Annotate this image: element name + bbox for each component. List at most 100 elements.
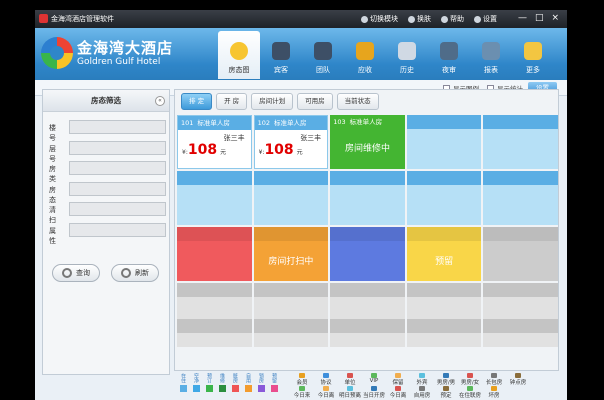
- status-room-cell[interactable]: 预留: [406, 227, 482, 281]
- nav-bulb[interactable]: 房态图: [218, 31, 260, 79]
- tool-top-item[interactable]: 钟点房: [506, 373, 530, 386]
- tab-1[interactable]: 开 房: [216, 93, 248, 110]
- status-room-cell[interactable]: [330, 227, 405, 281]
- status-room-cell[interactable]: 房间打扫中: [253, 227, 329, 281]
- tool-bottom-item[interactable]: 坏房: [482, 386, 506, 399]
- main-nav: 房态图 宾客 团队 应收 历史 夜审 报表 更多: [218, 31, 554, 79]
- nav-label: 更多: [526, 66, 540, 74]
- tool-bottom-item[interactable]: 自用房: [410, 386, 434, 399]
- help-button[interactable]: 帮助: [441, 14, 464, 24]
- tool-label: 今日离: [389, 393, 407, 399]
- skin-button[interactable]: 换肤: [408, 14, 431, 24]
- tool-bottom-item[interactable]: 明日预离: [338, 386, 362, 399]
- room-row: 房间打扫中 预留: [177, 227, 558, 281]
- switch-module-button[interactable]: 切换模块: [361, 14, 398, 24]
- tool-label: 外宾: [416, 380, 428, 386]
- legend-item: 锁房: [256, 373, 266, 400]
- tool-bottom-item[interactable]: 在住联房: [458, 386, 482, 399]
- empty-room-cell[interactable]: [177, 283, 252, 347]
- room-card-maintenance[interactable]: 103 标准单人房 房间维修中: [330, 115, 405, 169]
- tool-bottom-item[interactable]: 今日来: [290, 386, 314, 399]
- group-icon: [314, 42, 332, 60]
- tool-label: 今日来: [293, 393, 311, 399]
- filter-input[interactable]: [69, 202, 166, 216]
- tool-top-item[interactable]: 协议: [314, 373, 338, 386]
- reserved-status-text: 预留: [435, 256, 454, 267]
- gear-icon: [474, 15, 481, 23]
- empty-room-cell[interactable]: [406, 283, 482, 347]
- minimize-button[interactable]: —: [518, 13, 527, 23]
- nav-report[interactable]: 报表: [470, 31, 512, 79]
- refresh-button[interactable]: 刷新: [111, 264, 159, 282]
- search-icon: [62, 268, 72, 278]
- tab-0[interactable]: 排 定: [181, 93, 213, 110]
- status-room-cell[interactable]: [483, 227, 558, 281]
- nav-monitor[interactable]: 夜审: [428, 31, 470, 79]
- close-button[interactable]: ×: [551, 13, 559, 23]
- tool-top-item[interactable]: 会员: [290, 373, 314, 386]
- empty-room-cell[interactable]: [483, 115, 558, 169]
- cell-stripe: [177, 171, 252, 185]
- nav-label: 历史: [400, 66, 414, 74]
- legend-item: 空净: [191, 373, 201, 400]
- tool-bottom-item[interactable]: 当日开房: [362, 386, 386, 399]
- empty-room-cell[interactable]: [330, 171, 405, 225]
- tool-bottom-item[interactable]: 今日离: [386, 386, 410, 399]
- nav-grid[interactable]: 更多: [512, 31, 554, 79]
- settings-button[interactable]: 设置: [474, 14, 497, 24]
- tab-3[interactable]: 可用房: [297, 93, 333, 110]
- cell-stripe: [406, 171, 482, 185]
- room-type: 标准单人房: [349, 118, 383, 126]
- empty-room-cell[interactable]: [406, 171, 482, 225]
- tool-bottom-item[interactable]: 预定: [434, 386, 458, 399]
- legend-item: 自用: [243, 373, 253, 400]
- cell-stripe: [483, 115, 558, 129]
- tool-top-item[interactable]: 男房/男: [434, 373, 458, 386]
- logo-mark: [41, 37, 73, 69]
- room-card[interactable]: 102 标准单人房 张三丰 ¥:108 元: [253, 115, 329, 169]
- empty-room-cell[interactable]: [483, 171, 558, 225]
- legend-item: 预订: [204, 373, 214, 400]
- filter-input[interactable]: [69, 140, 166, 155]
- app-icon: [39, 14, 48, 23]
- empty-room-cell[interactable]: [483, 283, 558, 347]
- tool-bottom-item[interactable]: 今日离: [314, 386, 338, 399]
- tool-label: 明日预离: [338, 393, 361, 399]
- empty-room-cell[interactable]: [253, 283, 329, 347]
- legend-label: 在住: [180, 373, 186, 383]
- empty-room-cell[interactable]: [253, 171, 329, 225]
- tool-top-item[interactable]: VIP: [362, 373, 386, 386]
- filter-input[interactable]: [69, 222, 166, 237]
- empty-room-cell[interactable]: [330, 283, 405, 347]
- room-row: [177, 283, 558, 347]
- query-button[interactable]: 查询: [52, 264, 100, 282]
- room-card[interactable]: 101 标准单人房 张三丰 ¥:108 元: [177, 115, 252, 169]
- nav-person[interactable]: 宾客: [260, 31, 302, 79]
- tool-top-item[interactable]: 保留: [386, 373, 410, 386]
- filter-label: 层号: [49, 144, 56, 163]
- tab-4[interactable]: 当前状态: [336, 93, 379, 110]
- tool-top-item[interactable]: 外宾: [410, 373, 434, 386]
- tool-top-item[interactable]: 单位: [338, 373, 362, 386]
- tool-top-item[interactable]: 男房/女: [458, 373, 482, 386]
- filter-input[interactable]: [69, 181, 166, 196]
- filter-input[interactable]: [69, 120, 166, 134]
- tab-2[interactable]: 房间计划: [251, 93, 294, 110]
- legend-item: 脏房: [230, 373, 240, 400]
- room-status-text: 房间维修中: [344, 143, 390, 154]
- collapse-button[interactable]: «: [155, 96, 165, 106]
- nav-coins[interactable]: 应收: [344, 31, 386, 79]
- tool-spacer: [530, 373, 554, 386]
- empty-room-cell[interactable]: [177, 171, 252, 225]
- filter-input[interactable]: [69, 161, 166, 175]
- bulb-icon: [230, 42, 248, 60]
- tool-label: 男房/女: [460, 380, 480, 386]
- nav-group[interactable]: 团队: [302, 31, 344, 79]
- maximize-button[interactable]: □: [535, 13, 544, 23]
- empty-room-cell[interactable]: [406, 115, 482, 169]
- tool-label: 在住联房: [458, 393, 481, 399]
- nav-clock[interactable]: 历史: [386, 31, 428, 79]
- status-room-cell[interactable]: [177, 227, 252, 281]
- tool-top-item[interactable]: 长包房: [482, 373, 506, 386]
- cell-stripe: [483, 319, 558, 333]
